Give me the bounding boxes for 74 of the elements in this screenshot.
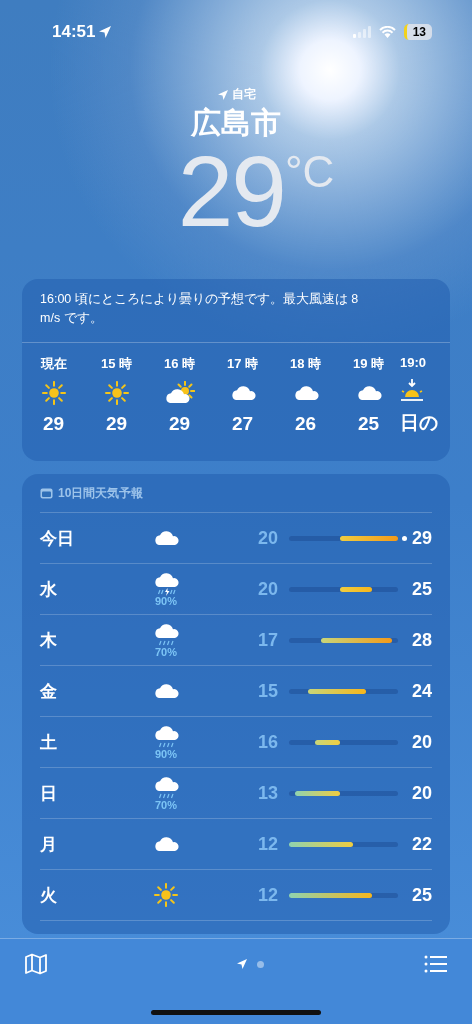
- day-label: 日: [40, 782, 58, 805]
- low-temperature: 15: [256, 680, 278, 702]
- day-label: 今日: [40, 527, 75, 550]
- precipitation-chance: 70%: [155, 798, 177, 811]
- cloud-icon: [355, 384, 382, 402]
- low-temperature: 12: [256, 833, 278, 855]
- hour-label: 19 時: [352, 355, 385, 373]
- partly-cloudy-icon: [164, 381, 195, 405]
- hour-temperature: 26: [294, 413, 317, 435]
- hour-temperature: 25: [357, 413, 380, 435]
- high-temperature: 28: [410, 629, 432, 651]
- low-temperature: 20: [256, 527, 278, 549]
- city-name: 広島市: [191, 105, 281, 141]
- location-arrow-icon: [98, 25, 113, 39]
- high-temperature: 22: [410, 833, 432, 855]
- day-label: 水: [40, 578, 58, 601]
- sun-icon: [154, 883, 178, 907]
- high-temperature: 20: [410, 782, 432, 804]
- rain-icon: [153, 775, 179, 800]
- calendar-icon: [40, 487, 53, 499]
- cloud-icon: [229, 384, 256, 402]
- sun-icon: [104, 381, 129, 405]
- day-label: 月: [40, 833, 58, 856]
- forecast-summary: 16:00 頃にところにより曇りの予想です。最大風速は 8 m/s です。: [22, 279, 450, 343]
- signal-icon: [352, 26, 371, 38]
- location-arrow-icon[interactable]: [236, 958, 248, 970]
- hour-label: 16 時: [163, 355, 196, 373]
- low-temperature: 16: [256, 731, 278, 753]
- precipitation-chance: 90%: [155, 747, 177, 760]
- hour-label: 15 時: [100, 355, 133, 373]
- precipitation-chance: 70%: [155, 645, 177, 658]
- thunderstorm-icon: [153, 571, 179, 596]
- page-indicator-dot[interactable]: [257, 960, 264, 968]
- cloud-icon: [153, 529, 179, 547]
- precipitation-chance: 90%: [155, 594, 177, 607]
- hour-temperature: 29: [42, 413, 65, 435]
- location-label: 自宅: [231, 86, 256, 103]
- temperature-unit: °C: [284, 147, 335, 197]
- day-label: 火: [40, 884, 58, 907]
- hour-temperature: 27: [231, 413, 254, 435]
- hour-temperature: 29: [168, 413, 191, 435]
- battery-indicator: 13: [403, 24, 432, 40]
- hour-label: 18 時: [289, 355, 322, 373]
- high-temperature: 25: [410, 884, 432, 906]
- day-label: 土: [40, 731, 58, 754]
- forecast-title: 10日間天気予報: [58, 484, 144, 502]
- high-temperature: 20: [410, 731, 432, 753]
- sunset-icon: [400, 378, 424, 402]
- day-label: 木: [40, 629, 58, 652]
- cloud-icon: [153, 835, 179, 853]
- status-time: 14:51: [52, 22, 96, 42]
- location-arrow-icon: [216, 88, 229, 101]
- high-temperature: 24: [410, 680, 432, 702]
- high-temperature: 25: [410, 578, 432, 600]
- cloud-icon: [153, 682, 179, 700]
- low-temperature: 13: [256, 782, 278, 804]
- high-temperature: 29: [410, 527, 432, 549]
- hour-label: 19:0: [400, 355, 427, 370]
- wifi-icon: [378, 26, 396, 38]
- low-temperature: 12: [256, 884, 278, 906]
- hour-label: 現在: [40, 355, 67, 373]
- rain-icon: [153, 724, 179, 749]
- hour-label: 17 時: [226, 355, 259, 373]
- list-icon[interactable]: [424, 954, 448, 974]
- sun-icon: [41, 381, 66, 405]
- low-temperature: 17: [256, 629, 278, 651]
- cloud-icon: [292, 384, 319, 402]
- day-label: 金: [40, 680, 58, 703]
- hour-temperature: 日の: [400, 411, 438, 435]
- rain-icon: [153, 622, 179, 647]
- low-temperature: 20: [256, 578, 278, 600]
- current-temperature: 29: [177, 141, 285, 241]
- hour-temperature: 29: [105, 413, 128, 435]
- map-icon[interactable]: [24, 953, 48, 975]
